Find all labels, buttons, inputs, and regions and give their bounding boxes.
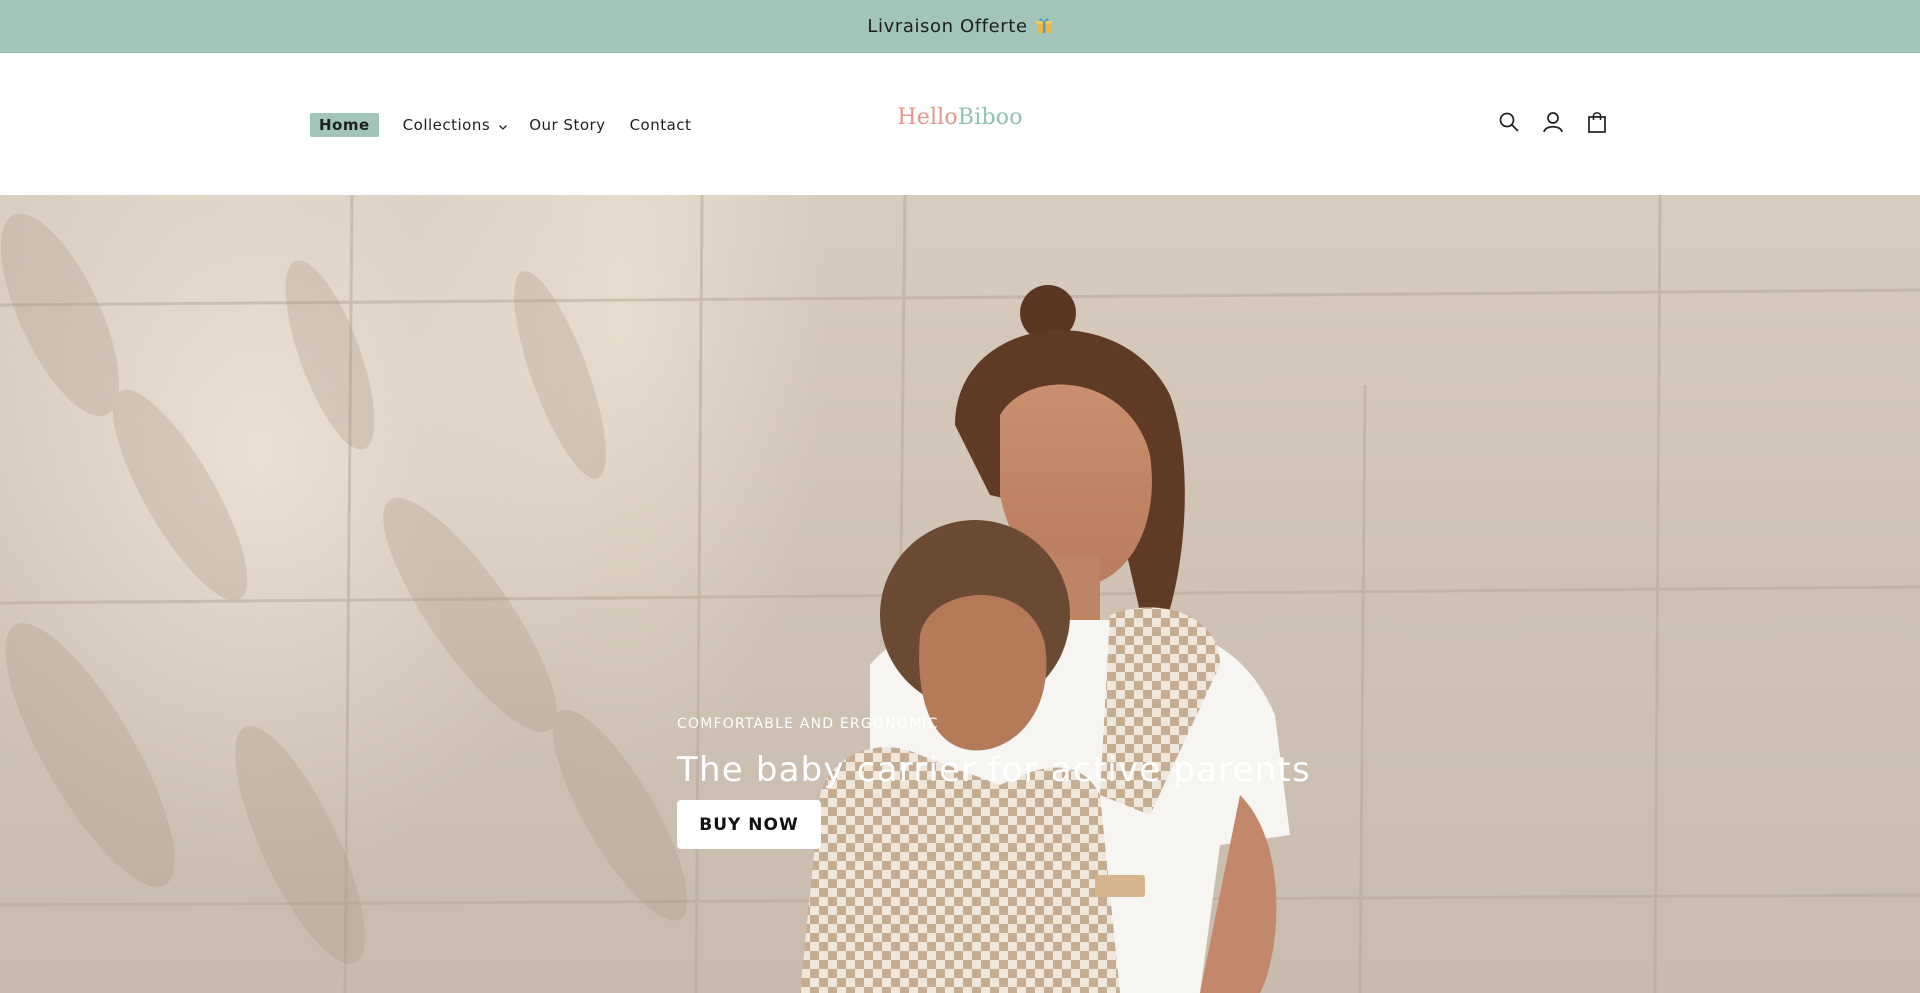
nav-contact[interactable]: Contact — [630, 113, 692, 137]
logo-link[interactable]: HelloBiboo — [897, 105, 1022, 130]
chevron-down-icon — [497, 119, 509, 131]
account-icon[interactable] — [1540, 109, 1566, 135]
main-nav: Home Collections Our Story Contact — [310, 54, 691, 195]
logo: HelloBiboo — [0, 105, 1920, 130]
announcement-bar: Livraison Offerte — [0, 0, 1920, 53]
hero-eyebrow: COMFORTABLE AND ERGONOMIC — [677, 716, 939, 732]
nav-collections[interactable]: Collections — [403, 113, 510, 137]
announcement-text: Livraison Offerte — [867, 16, 1052, 37]
site-header: Home Collections Our Story Contact Hello… — [0, 54, 1920, 195]
nav-collections-label: Collections — [402, 115, 491, 134]
search-icon[interactable] — [1496, 109, 1522, 135]
hero-banner: COMFORTABLE AND ERGONOMIC The baby carri… — [0, 195, 1920, 993]
hero-image — [0, 195, 1920, 993]
buy-now-button[interactable]: BUY NOW — [677, 800, 821, 849]
nav-home[interactable]: Home — [310, 112, 379, 137]
hero-title: The baby carrier for active parents — [677, 750, 1311, 790]
hero-content: COMFORTABLE AND ERGONOMIC The baby carri… — [677, 716, 1311, 849]
header-icons — [1496, 109, 1610, 135]
logo-hello: Hello — [897, 105, 958, 130]
logo-biboo: Biboo — [957, 105, 1023, 130]
nav-our-story[interactable]: Our Story — [529, 113, 605, 137]
cart-icon[interactable] — [1584, 109, 1610, 135]
gift-icon — [1035, 16, 1053, 34]
